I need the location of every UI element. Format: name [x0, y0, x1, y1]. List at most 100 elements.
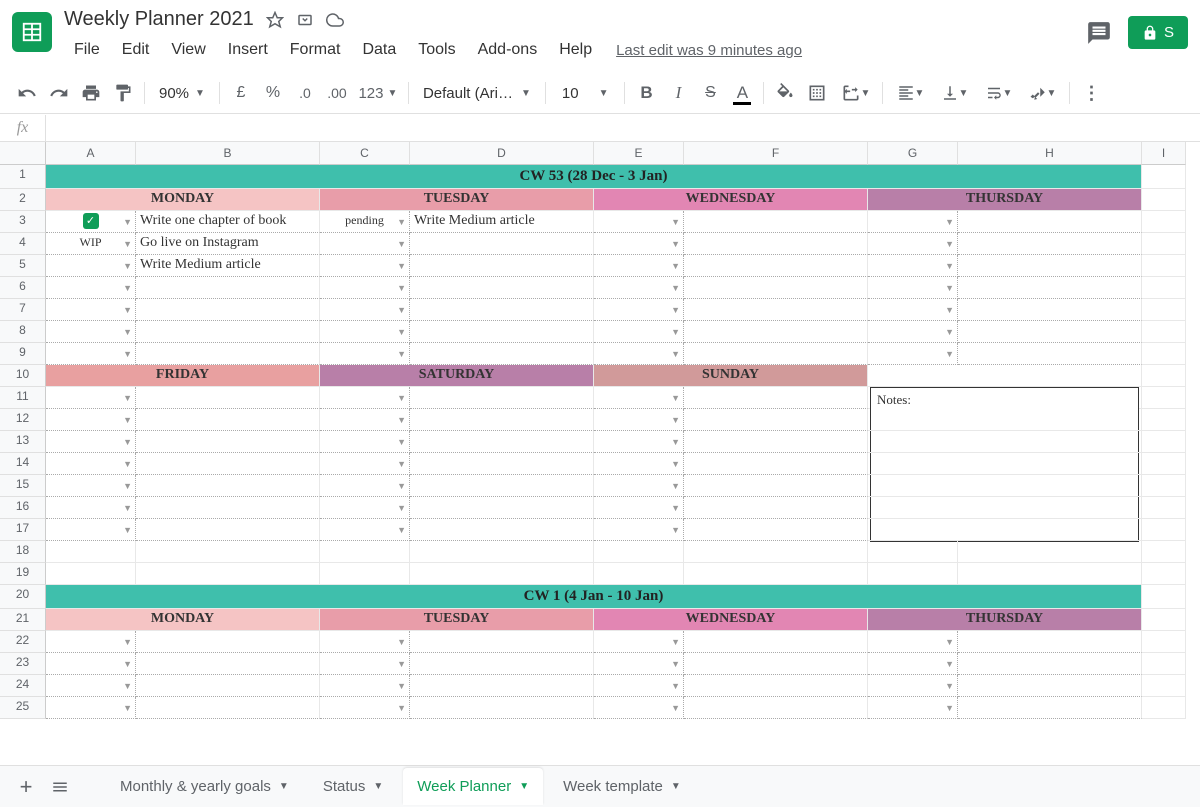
dropdown-arrow-icon[interactable]: ▼ — [945, 239, 954, 249]
dropdown-arrow-icon[interactable]: ▼ — [945, 703, 954, 713]
dropdown-arrow-icon[interactable]: ▼ — [945, 349, 954, 359]
cell[interactable] — [1142, 541, 1186, 563]
dropdown-arrow-icon[interactable]: ▼ — [671, 217, 680, 227]
status-cell[interactable]: ▼ — [594, 519, 684, 541]
dropdown-arrow-icon[interactable]: ▼ — [671, 659, 680, 669]
dropdown-arrow-icon[interactable]: ▼ — [123, 437, 132, 447]
task-cell[interactable] — [958, 211, 1142, 233]
status-cell[interactable]: ▼ — [868, 277, 958, 299]
status-cell[interactable]: ▼ — [594, 299, 684, 321]
day-header[interactable]: TUESDAY — [320, 189, 594, 211]
task-cell[interactable] — [136, 697, 320, 719]
row-header-2[interactable]: 2 — [0, 189, 46, 211]
task-cell[interactable] — [136, 431, 320, 453]
status-cell[interactable]: ▼ — [868, 631, 958, 653]
dropdown-arrow-icon[interactable]: ▼ — [123, 681, 132, 691]
cell[interactable] — [1142, 321, 1186, 343]
menu-addons[interactable]: Add-ons — [468, 37, 548, 63]
cell[interactable] — [1142, 431, 1186, 453]
cell[interactable] — [1142, 165, 1186, 189]
task-cell[interactable] — [410, 431, 594, 453]
menu-insert[interactable]: Insert — [218, 37, 278, 63]
cell[interactable] — [594, 563, 684, 585]
paint-format-button[interactable] — [108, 79, 138, 107]
status-cell[interactable]: ✓▼ — [46, 211, 136, 233]
status-cell[interactable]: ▼ — [46, 343, 136, 365]
cell[interactable] — [410, 563, 594, 585]
dropdown-arrow-icon[interactable]: ▼ — [671, 437, 680, 447]
row-header-18[interactable]: 18 — [0, 541, 46, 563]
status-cell[interactable]: ▼ — [594, 497, 684, 519]
cell[interactable] — [868, 409, 1142, 431]
day-header[interactable]: SATURDAY — [320, 365, 594, 387]
cell[interactable] — [594, 541, 684, 563]
dropdown-arrow-icon[interactable]: ▼ — [397, 305, 406, 315]
col-header-D[interactable]: D — [410, 142, 594, 165]
cell[interactable] — [868, 519, 1142, 541]
row-header-3[interactable]: 3 — [0, 211, 46, 233]
redo-button[interactable] — [44, 79, 74, 107]
all-sheets-button[interactable] — [46, 773, 74, 801]
task-cell[interactable] — [958, 697, 1142, 719]
sheets-logo[interactable] — [12, 12, 52, 52]
row-header-15[interactable]: 15 — [0, 475, 46, 497]
cell[interactable] — [1142, 675, 1186, 697]
status-cell[interactable]: pending▼ — [320, 211, 410, 233]
status-cell[interactable]: ▼ — [868, 653, 958, 675]
cell[interactable] — [1142, 585, 1186, 609]
row-header-5[interactable]: 5 — [0, 255, 46, 277]
col-header-H[interactable]: H — [958, 142, 1142, 165]
task-cell[interactable] — [684, 519, 868, 541]
dropdown-arrow-icon[interactable]: ▼ — [397, 459, 406, 469]
task-cell[interactable] — [136, 497, 320, 519]
task-cell[interactable] — [410, 497, 594, 519]
dropdown-arrow-icon[interactable]: ▼ — [945, 637, 954, 647]
formula-input[interactable] — [46, 114, 1200, 141]
cell[interactable] — [684, 541, 868, 563]
task-cell[interactable] — [684, 211, 868, 233]
status-cell[interactable]: ▼ — [868, 233, 958, 255]
font-size-select[interactable]: 10▼ — [552, 81, 619, 106]
cell[interactable] — [868, 541, 958, 563]
cell[interactable] — [1142, 409, 1186, 431]
row-header-22[interactable]: 22 — [0, 631, 46, 653]
cell[interactable] — [1142, 387, 1186, 409]
sheet-tab-goals[interactable]: Monthly & yearly goals▼ — [106, 768, 303, 805]
cell[interactable] — [1142, 255, 1186, 277]
cell[interactable] — [868, 365, 1142, 387]
status-cell[interactable]: ▼ — [594, 697, 684, 719]
task-cell[interactable] — [136, 675, 320, 697]
status-cell[interactable]: ▼ — [320, 233, 410, 255]
dropdown-arrow-icon[interactable]: ▼ — [123, 415, 132, 425]
dropdown-arrow-icon[interactable]: ▼ — [671, 283, 680, 293]
task-cell[interactable] — [410, 519, 594, 541]
status-cell[interactable]: ▼ — [868, 697, 958, 719]
task-cell[interactable] — [684, 299, 868, 321]
task-cell[interactable] — [136, 453, 320, 475]
status-cell[interactable]: ▼ — [320, 277, 410, 299]
status-cell[interactable]: ▼ — [46, 675, 136, 697]
dropdown-arrow-icon[interactable]: ▼ — [671, 415, 680, 425]
percent-button[interactable]: % — [258, 79, 288, 107]
task-cell[interactable] — [684, 387, 868, 409]
status-cell[interactable]: WIP▼ — [46, 233, 136, 255]
text-color-button[interactable]: A — [727, 79, 757, 107]
cell[interactable] — [1142, 519, 1186, 541]
star-icon[interactable] — [266, 11, 284, 29]
fill-color-button[interactable] — [770, 79, 800, 107]
task-cell[interactable] — [684, 321, 868, 343]
dropdown-arrow-icon[interactable]: ▼ — [123, 217, 132, 227]
dropdown-arrow-icon[interactable]: ▼ — [397, 283, 406, 293]
task-cell[interactable] — [684, 233, 868, 255]
spreadsheet-grid[interactable]: ABCDEFGHI1CW 53 (28 Dec - 3 Jan)2MONDAYT… — [0, 142, 1200, 769]
day-header[interactable]: MONDAY — [46, 609, 320, 631]
status-cell[interactable]: ▼ — [594, 233, 684, 255]
task-cell[interactable] — [136, 299, 320, 321]
status-cell[interactable]: ▼ — [320, 387, 410, 409]
status-cell[interactable]: ▼ — [320, 653, 410, 675]
dropdown-arrow-icon[interactable]: ▼ — [123, 305, 132, 315]
task-cell[interactable] — [410, 697, 594, 719]
task-cell[interactable] — [958, 675, 1142, 697]
dropdown-arrow-icon[interactable]: ▼ — [671, 305, 680, 315]
col-header-E[interactable]: E — [594, 142, 684, 165]
